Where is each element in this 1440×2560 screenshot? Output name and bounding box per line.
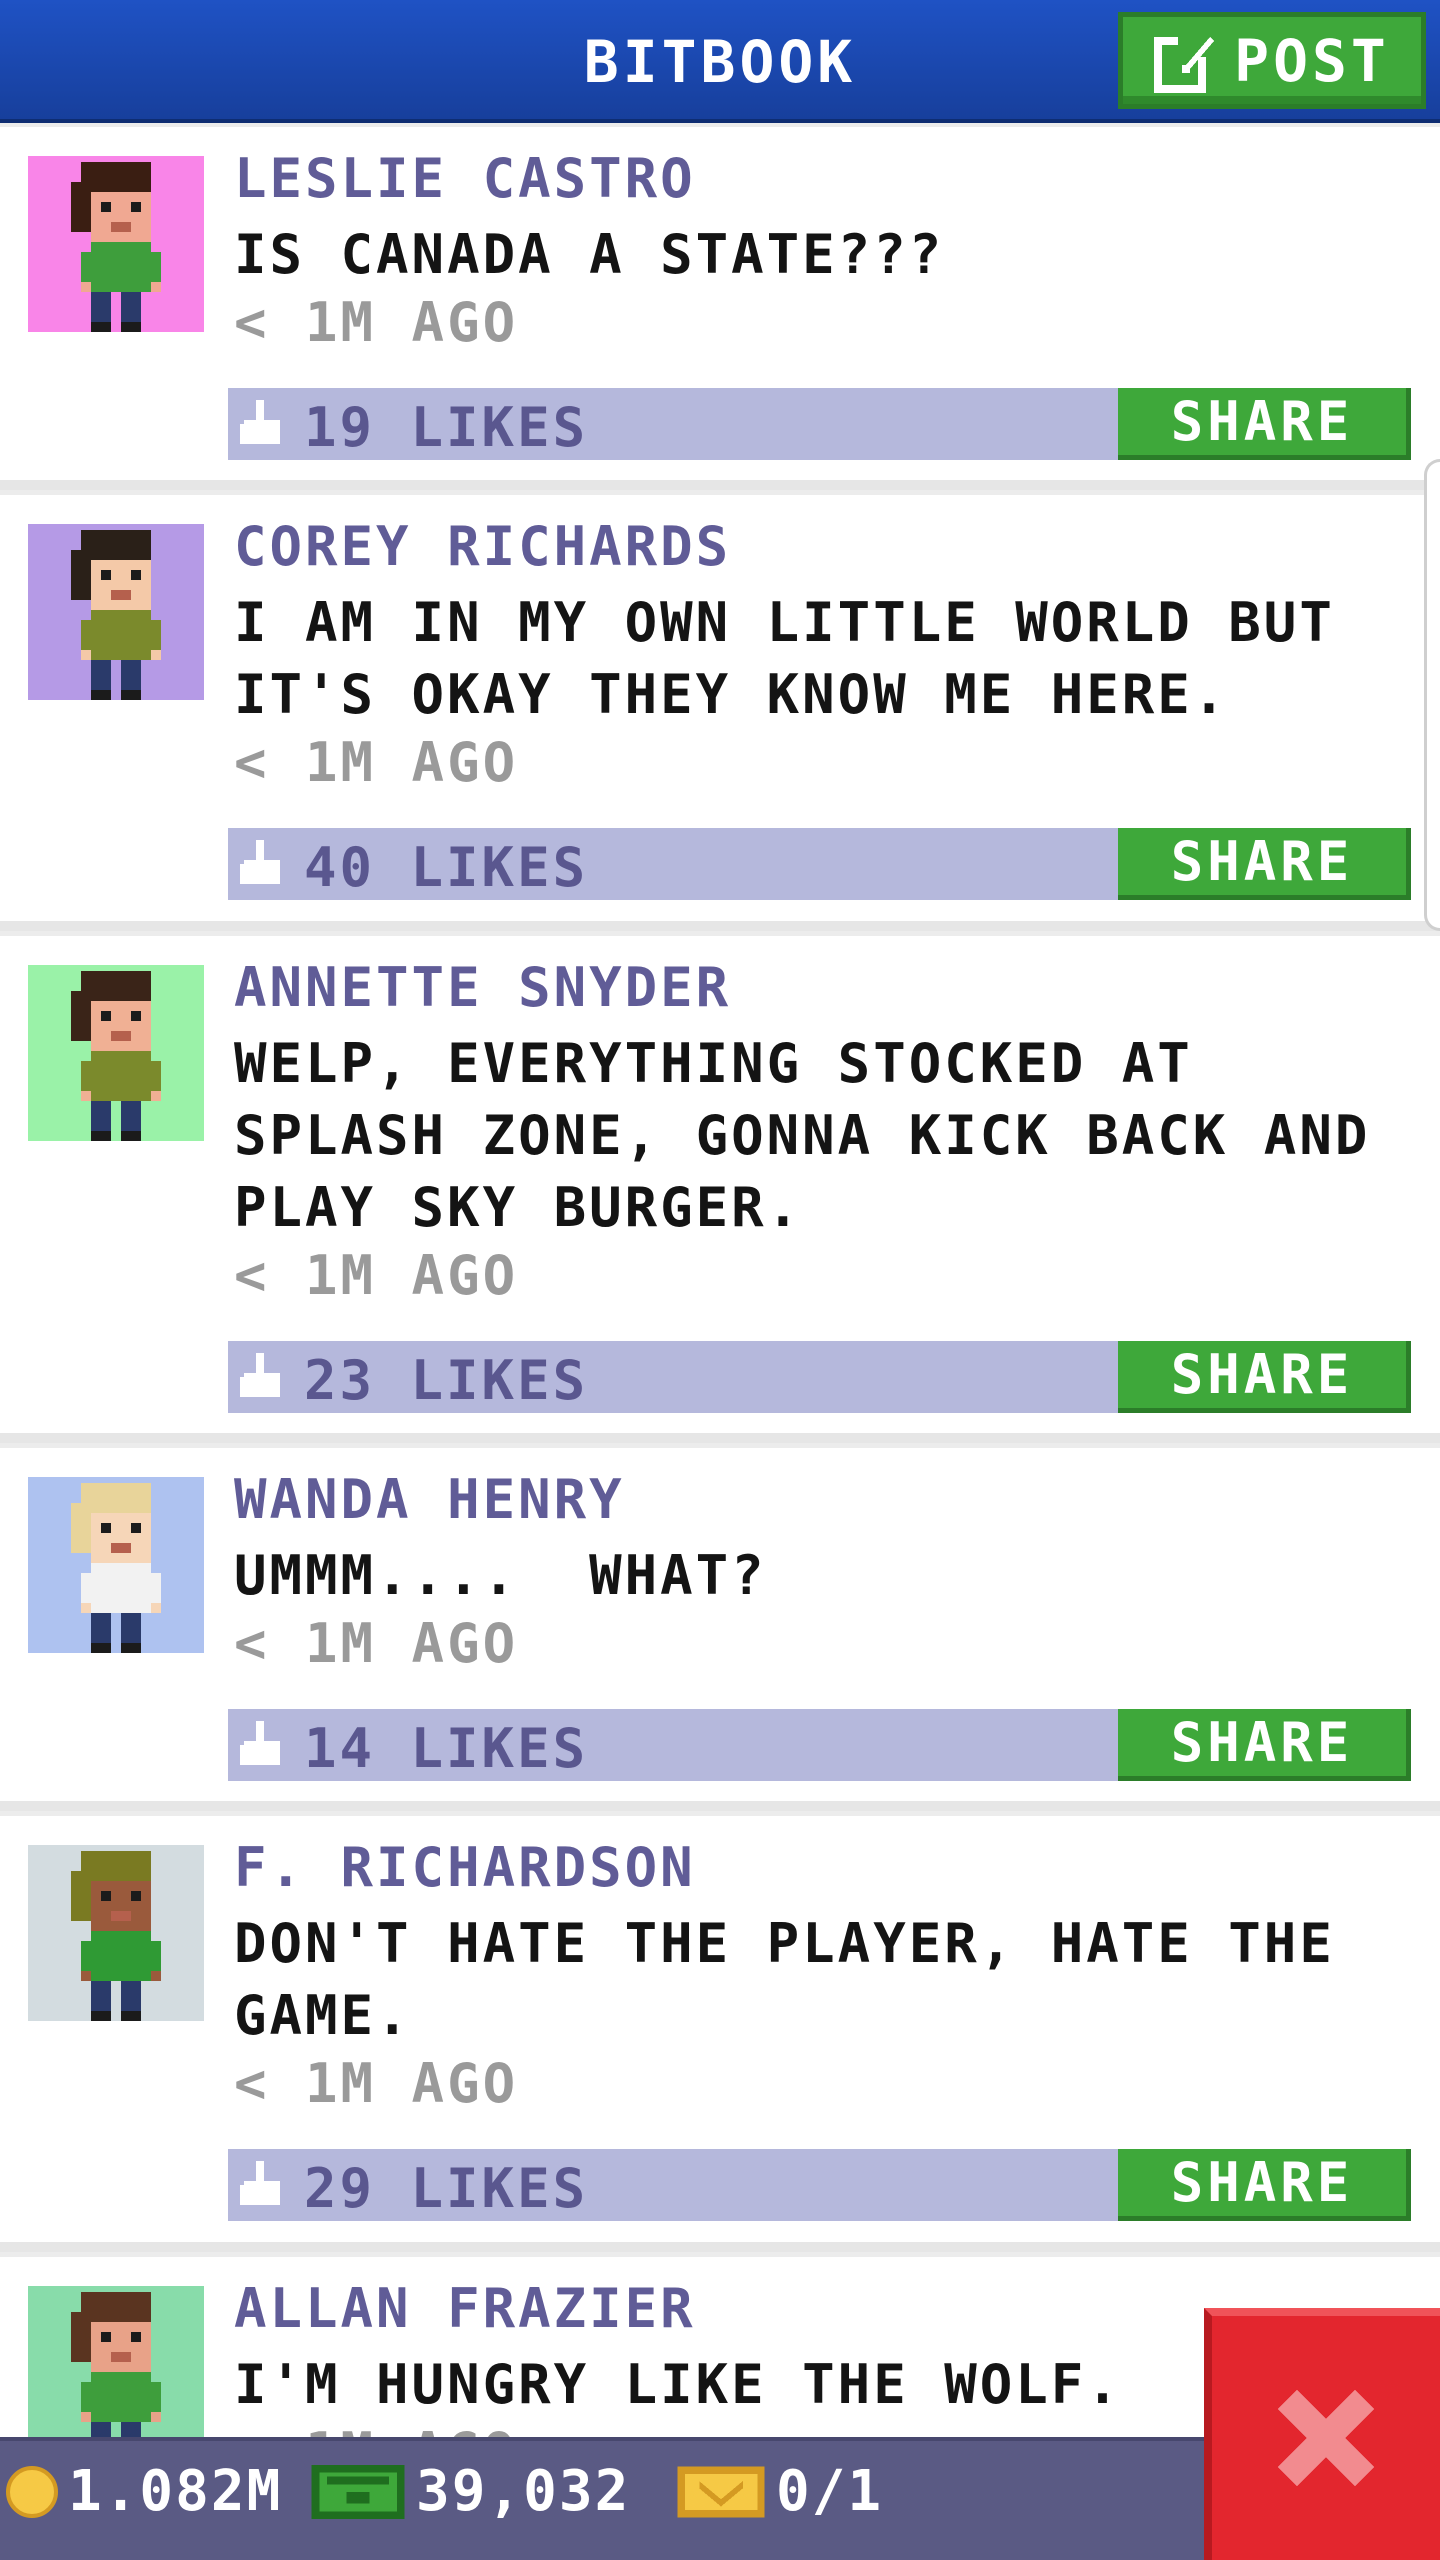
post-message: UMMM.... WHAT? xyxy=(234,1544,767,1607)
header-bar: BITBOOK POST xyxy=(0,0,1440,123)
coin-counter: 1.082M xyxy=(6,2459,282,2524)
feed-post: COREY RICHARDS I AM IN MY OWN LITTLE WOR… xyxy=(0,495,1440,931)
bux-counter: 39,032 xyxy=(310,2459,630,2524)
thumbs-up-icon xyxy=(240,2161,280,2205)
scrollbar-handle[interactable] xyxy=(1424,459,1440,931)
golden-ticket-icon xyxy=(677,2466,765,2517)
share-button[interactable]: SHARE xyxy=(1118,828,1411,900)
avatar-figure xyxy=(71,530,161,700)
post-author[interactable]: ANNETTE SNYDER xyxy=(234,956,731,1019)
like-bar[interactable]: 29 LIKES SHARE xyxy=(228,2149,1411,2221)
avatar-figure xyxy=(71,2292,161,2437)
close-button[interactable] xyxy=(1204,2308,1440,2560)
post-time: < 1M AGO xyxy=(234,1244,519,1307)
post-button[interactable]: POST xyxy=(1118,12,1426,109)
post-time: < 1M AGO xyxy=(234,2052,519,2115)
post-author[interactable]: COREY RICHARDS xyxy=(234,515,731,578)
feed-post: WANDA HENRY UMMM.... WHAT? < 1M AGO 14 L… xyxy=(0,1448,1440,1811)
edit-icon xyxy=(1154,32,1215,93)
like-bar[interactable]: 14 LIKES SHARE xyxy=(228,1709,1411,1781)
avatar xyxy=(28,1845,204,2021)
ticket-counter: 0/1 xyxy=(676,2459,883,2524)
avatar xyxy=(28,524,204,700)
post-time: < 1M AGO xyxy=(234,731,519,794)
avatar-figure xyxy=(71,1483,161,1653)
bux-amount: 39,032 xyxy=(416,2459,631,2524)
share-button[interactable]: SHARE xyxy=(1118,1341,1411,1413)
avatar-figure xyxy=(71,1851,161,2021)
feed-post: LESLIE CASTRO IS CANADA A STATE??? < 1M … xyxy=(0,127,1440,490)
post-author[interactable]: ALLAN FRAZIER xyxy=(234,2277,696,2340)
thumbs-up-icon xyxy=(240,1721,280,1765)
share-button[interactable]: SHARE xyxy=(1118,1709,1411,1781)
avatar xyxy=(28,1477,204,1653)
post-message: IS CANADA A STATE??? xyxy=(234,223,945,286)
avatar xyxy=(28,156,204,332)
feed-post: F. RICHARDSON DON'T HATE THE PLAYER, HAT… xyxy=(0,1816,1440,2252)
like-count: 19 LIKES xyxy=(304,396,589,459)
close-icon xyxy=(1277,2389,1375,2487)
avatar-figure xyxy=(71,971,161,1141)
post-message: I AM IN MY OWN LITTLE WORLD BUT IT'S OKA… xyxy=(234,591,1335,726)
coin-icon xyxy=(6,2465,58,2518)
avatar xyxy=(28,965,204,1141)
like-bar[interactable]: 19 LIKES SHARE xyxy=(228,388,1411,460)
thumbs-up-icon xyxy=(240,400,280,444)
post-time: < 1M AGO xyxy=(234,1612,519,1675)
feed-post: ANNETTE SNYDER WELP, EVERYTHING STOCKED … xyxy=(0,936,1440,1443)
avatar xyxy=(28,2286,204,2437)
post-time: < 1M AGO xyxy=(234,291,519,354)
post-button-label: POST xyxy=(1234,26,1390,95)
like-bar[interactable]: 40 LIKES SHARE xyxy=(228,828,1411,900)
share-button[interactable]: SHARE xyxy=(1118,388,1411,460)
coin-amount: 1.082M xyxy=(68,2459,283,2524)
news-feed[interactable]: LESLIE CASTRO IS CANADA A STATE??? < 1M … xyxy=(0,127,1440,2437)
like-count: 23 LIKES xyxy=(304,1349,589,1412)
like-bar[interactable]: 23 LIKES SHARE xyxy=(228,1341,1411,1413)
thumbs-up-icon xyxy=(240,840,280,884)
bux-icon xyxy=(311,2464,405,2519)
share-button[interactable]: SHARE xyxy=(1118,2149,1411,2221)
like-count: 14 LIKES xyxy=(304,1717,589,1780)
post-author[interactable]: LESLIE CASTRO xyxy=(234,147,696,210)
like-count: 40 LIKES xyxy=(304,836,589,899)
ticket-amount: 0/1 xyxy=(776,2459,884,2524)
avatar-figure xyxy=(71,162,161,332)
post-time: < 1M AGO xyxy=(234,2421,518,2437)
post-author[interactable]: F. RICHARDSON xyxy=(234,1836,696,1899)
post-message: DON'T HATE THE PLAYER, HATE THE GAME. xyxy=(234,1912,1335,2047)
post-message: WELP, EVERYTHING STOCKED AT SPLASH ZONE,… xyxy=(234,1032,1371,1239)
post-author[interactable]: WANDA HENRY xyxy=(234,1468,625,1531)
thumbs-up-icon xyxy=(240,1353,280,1397)
like-count: 29 LIKES xyxy=(304,2157,589,2220)
